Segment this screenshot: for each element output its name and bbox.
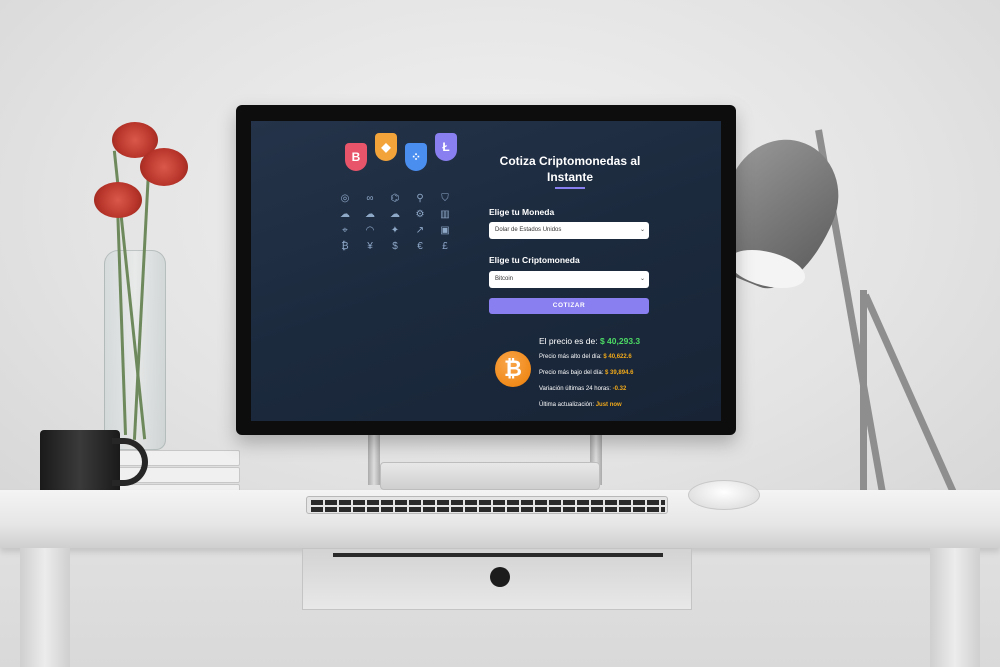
change-24h: Variación últimas 24 horas: -0.32 (539, 386, 626, 392)
wifi-icon: ◠ (365, 225, 375, 236)
current-price: El precio es de: $ 40,293.3 (539, 336, 640, 346)
cloud-upload-icon: ☁ (365, 209, 375, 220)
last-update-label: Última actualización: (539, 402, 595, 408)
lock-icon: ▣ (440, 225, 450, 236)
globe-icon: ◎ (340, 193, 350, 204)
monitor: B ◆ ⁘ Ł ◎ ∞ ⌬ ⚲ ⛉ ☁ ☁ ☁ ⚙ ▥ ⌖ ◠ ✦ ↗ ▣ ₿ ¥ $ € £ Cotiza Crip… (236, 105, 736, 435)
cloud-icon: ☁ (340, 209, 350, 220)
desk-leg (930, 548, 980, 667)
key-row (311, 507, 665, 512)
high-price-value: $ 40,622.6 (603, 354, 632, 360)
crypto-select-value: Bitcoin (495, 276, 514, 282)
screen: B ◆ ⁘ Ł ◎ ∞ ⌬ ⚲ ⛉ ☁ ☁ ☁ ⚙ ▥ ⌖ ◠ ✦ ↗ ▣ ₿ ¥ $ € £ Cotiza Crip… (251, 121, 721, 421)
crypto-badges: B ◆ ⁘ Ł (339, 133, 469, 175)
cloud-sync-icon: ☁ (390, 209, 400, 220)
network-icon: ⌬ (390, 193, 400, 204)
bag-icon: ⚲ (416, 193, 424, 204)
currency-select-value: Dolar de Estados Unidos (495, 227, 562, 233)
dollar-icon: $ (392, 241, 398, 252)
bitcoin-coin-icon: ₿ (495, 351, 531, 387)
shield-icon: ⛉ (441, 193, 449, 204)
low-price-label: Precio más bajo del día: (539, 370, 604, 376)
current-price-value: $ 40,293.3 (599, 336, 641, 346)
ethereum-badge-icon: ◆ (375, 133, 397, 161)
bulb-icon: ✦ (390, 225, 400, 236)
pound-icon: £ (442, 241, 448, 252)
desk-leg (20, 548, 70, 667)
current-price-label: El precio es de: (539, 336, 598, 346)
keyboard (306, 496, 668, 514)
chevron-down-icon: ⌄ (639, 276, 645, 282)
chart-bars-icon: ▥ (440, 209, 450, 220)
link-icon: ∞ (366, 193, 374, 204)
euro-icon: € (417, 241, 423, 252)
page-title: Cotiza Criptomonedas al Instante (499, 154, 641, 184)
change-24h-label: Variación últimas 24 horas: (539, 386, 611, 392)
last-update: Última actualización: Just now (539, 402, 622, 408)
crypto-label: Elige tu Criptomoneda (489, 255, 580, 265)
drawer-knob (490, 567, 510, 587)
key-row (311, 500, 665, 505)
quote-button[interactable]: COTIZAR (489, 298, 649, 314)
lamp-pole (860, 290, 867, 510)
change-24h-value: -0.32 (612, 386, 627, 392)
trend-icon: ↗ (415, 225, 425, 236)
monitor-stand-base (380, 462, 600, 490)
monitor-stand-arm (368, 435, 380, 485)
gear-icon: ⚙ (415, 209, 425, 220)
low-price-value: $ 39,894.6 (605, 370, 634, 376)
chevron-down-icon: ⌄ (639, 227, 645, 233)
desk-drawer (302, 548, 692, 610)
mouse (688, 480, 760, 510)
high-price-label: Precio más alto del día: (539, 354, 602, 360)
crypto-select[interactable]: Bitcoin ⌄ (489, 271, 649, 288)
title-underline (555, 187, 585, 189)
drawer-slot (333, 553, 663, 557)
carnation-flower (140, 148, 188, 186)
carnation-flower (94, 182, 142, 218)
bitcoin-icon: ₿ (341, 241, 349, 252)
yen-icon: ¥ (367, 241, 373, 252)
bitcoin-badge-icon: B (345, 143, 367, 171)
currency-label: Elige tu Moneda (489, 207, 555, 217)
ripple-badge-icon: ⁘ (405, 143, 427, 171)
litecoin-badge-icon: Ł (435, 133, 457, 161)
pin-icon: ⌖ (342, 225, 348, 236)
last-update-value: Just now (595, 402, 622, 408)
high-price: Precio más alto del día: $ 40,622.6 (539, 354, 632, 360)
currency-select[interactable]: Dolar de Estados Unidos ⌄ (489, 222, 649, 239)
low-price: Precio más bajo del día: $ 39,894.6 (539, 370, 633, 376)
